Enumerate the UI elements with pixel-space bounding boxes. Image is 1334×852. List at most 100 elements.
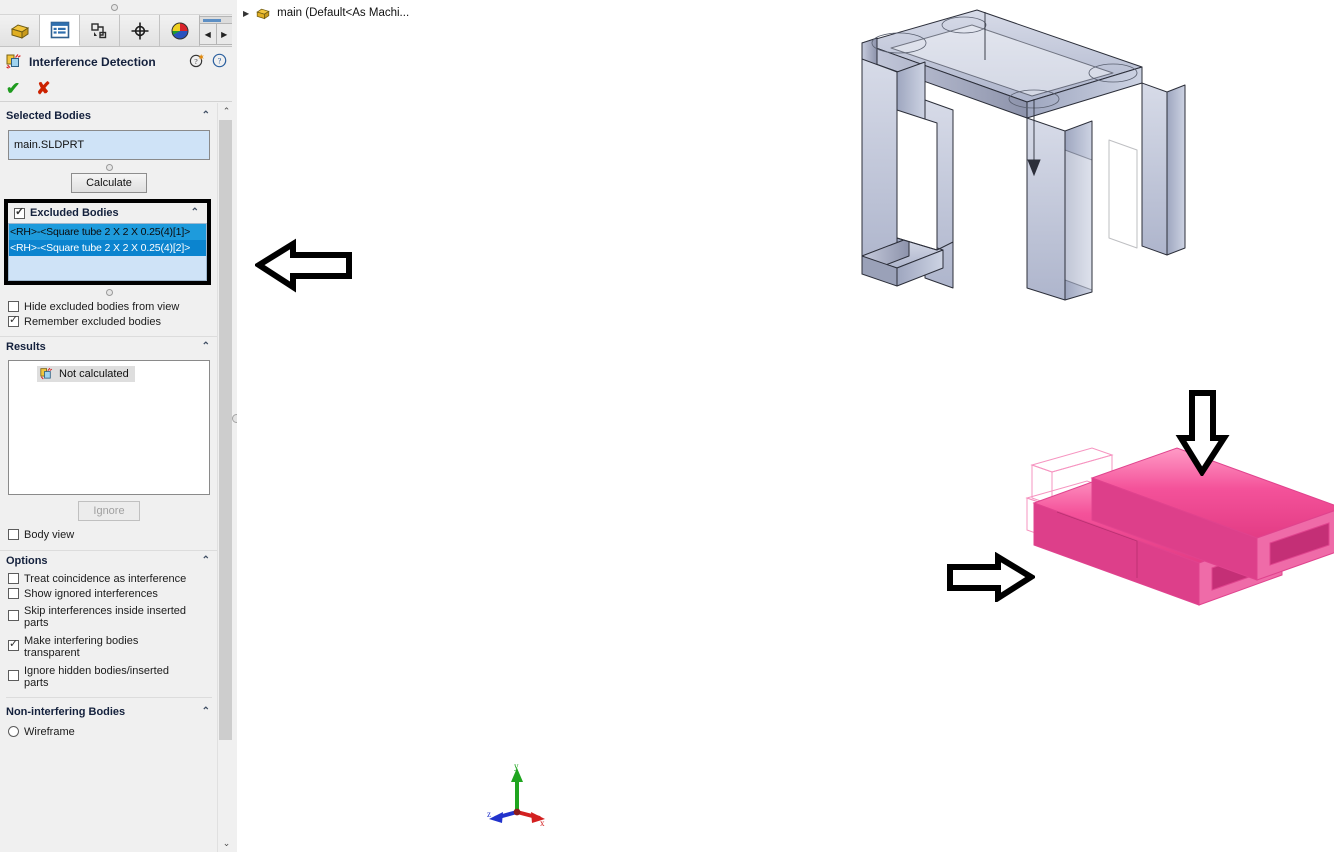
option-make-transparent[interactable]: Make interfering bodies transparent bbox=[0, 629, 218, 659]
triad-z-axis: z bbox=[487, 809, 518, 823]
chevron-up-icon[interactable]: ⌃ bbox=[202, 110, 210, 121]
help-icon[interactable]: ? bbox=[212, 53, 227, 68]
graphics-area[interactable]: ▶ main (Default<As Machi... y x z bbox=[237, 0, 1334, 852]
interference-detection-icon bbox=[6, 54, 21, 69]
ignore-hidden-checkbox[interactable] bbox=[8, 670, 19, 681]
arrow-to-excluded-bodies bbox=[255, 238, 352, 293]
section-options-label: Options bbox=[6, 554, 48, 567]
yellow-part-tree-icon bbox=[10, 23, 29, 39]
section-selected-bodies-label: Selected Bodies bbox=[6, 110, 91, 122]
selected-bodies-field[interactable]: main.SLDPRT bbox=[8, 130, 210, 160]
remember-excluded-bodies-checkbox[interactable] bbox=[8, 314, 19, 327]
svg-text:?: ? bbox=[194, 57, 198, 66]
section-results[interactable]: Results ⌃ bbox=[0, 336, 218, 356]
excluded-separator-dot bbox=[105, 289, 113, 296]
option-label: Show ignored interferences bbox=[24, 588, 158, 600]
option-label: Hide excluded bodies from view bbox=[24, 301, 180, 313]
selected-bodies-value: main.SLDPRT bbox=[14, 139, 85, 151]
whats-new-help-icon[interactable]: ? bbox=[189, 53, 204, 68]
option-skip-inserted[interactable]: Skip interferences inside inserted parts bbox=[0, 600, 218, 629]
frame-assembly-body bbox=[861, 9, 1186, 301]
body-view-checkbox[interactable] bbox=[8, 529, 19, 540]
option-ignore-hidden[interactable]: Ignore hidden bodies/inserted parts bbox=[0, 659, 218, 689]
color-sphere-icon bbox=[171, 22, 188, 39]
tab-feature-manager[interactable] bbox=[0, 15, 40, 46]
chevron-up-icon[interactable]: ⌃ bbox=[202, 706, 210, 717]
section-non-interfering-label: Non-interfering Bodies bbox=[6, 706, 126, 718]
coordinate-triad: y x z bbox=[487, 761, 545, 828]
option-body-view[interactable]: Body view bbox=[0, 521, 218, 541]
panel-drag-grip[interactable] bbox=[0, 0, 235, 15]
arrow-to-pink-bodies-side bbox=[947, 552, 1035, 602]
property-manager-content: Selected Bodies ⌃ main.SLDPRT Calculate … bbox=[0, 103, 218, 852]
triad-x-axis: x bbox=[516, 810, 545, 828]
option-treat-coincidence[interactable]: Treat coincidence as interference bbox=[0, 570, 218, 585]
section-results-label: Results bbox=[6, 340, 46, 353]
tab-scroll-bar[interactable] bbox=[200, 17, 232, 24]
chevron-up-icon[interactable]: ⌃ bbox=[191, 207, 199, 218]
selection-separator-dot bbox=[105, 164, 113, 171]
tab-configuration-manager[interactable] bbox=[80, 15, 120, 46]
skip-inserted-checkbox[interactable] bbox=[8, 610, 19, 621]
option-label: Treat coincidence as interference bbox=[24, 573, 187, 585]
section-non-interfering-bodies[interactable]: Non-interfering Bodies ⌃ bbox=[0, 702, 218, 722]
manager-tab-row: ◀ ▶ bbox=[0, 15, 235, 47]
list-item[interactable]: <RH>-<Square tube 2 X 2 X 0.25(4)[1]> bbox=[9, 224, 206, 240]
section-options[interactable]: Options ⌃ bbox=[0, 550, 218, 570]
excluded-bodies-highlight: Excluded Bodies ⌃ <RH>-<Square tube 2 X … bbox=[4, 199, 211, 285]
tab-scroll-control[interactable]: ◀ ▶ bbox=[199, 16, 233, 45]
option-hide-excluded-bodies[interactable]: Hide excluded bodies from view bbox=[0, 298, 218, 313]
page-title: Interference Detection bbox=[29, 54, 156, 69]
results-status: Not calculated bbox=[37, 366, 135, 382]
section-excluded-bodies-label: Excluded Bodies bbox=[30, 207, 119, 219]
panel-grip-dot bbox=[111, 4, 118, 11]
chevron-up-icon[interactable]: ⌃ bbox=[202, 555, 210, 566]
property-manager-action-row: ✔ ✘ bbox=[0, 76, 235, 102]
configuration-icon-flag bbox=[93, 31, 97, 36]
model-viewport[interactable] bbox=[237, 0, 1334, 852]
target-crosshair-icon bbox=[131, 22, 148, 39]
option-label: Body view bbox=[24, 529, 75, 541]
triad-y-axis: y bbox=[511, 761, 523, 812]
property-manager-panel: ◀ ▶ Interference Detection ? ? ✔ ✘ Selec… bbox=[0, 0, 236, 852]
svg-text:y: y bbox=[514, 761, 519, 771]
option-label: Wireframe bbox=[24, 726, 75, 738]
tab-scroll-right-button[interactable]: ▶ bbox=[217, 24, 233, 44]
svg-text:?: ? bbox=[218, 56, 222, 66]
accept-button[interactable]: ✔ bbox=[6, 80, 20, 97]
section-excluded-bodies[interactable]: Excluded Bodies ⌃ bbox=[8, 203, 207, 223]
svg-text:z: z bbox=[487, 809, 491, 819]
tab-property-manager[interactable] bbox=[40, 15, 80, 46]
section-divider bbox=[6, 697, 212, 698]
option-label: Make interfering bodies transparent bbox=[24, 635, 139, 659]
interference-icon bbox=[40, 367, 53, 380]
option-wireframe[interactable]: Wireframe bbox=[0, 722, 218, 738]
cancel-button[interactable]: ✘ bbox=[36, 80, 50, 97]
tab-display-manager[interactable] bbox=[160, 15, 200, 46]
make-transparent-checkbox[interactable] bbox=[8, 638, 19, 651]
section-selected-bodies[interactable]: Selected Bodies ⌃ bbox=[0, 106, 218, 126]
tab-scroll-left-button[interactable]: ◀ bbox=[200, 24, 217, 44]
results-status-label: Not calculated bbox=[59, 368, 129, 380]
wireframe-radio[interactable] bbox=[8, 726, 19, 737]
calculate-button[interactable]: Calculate bbox=[71, 173, 147, 193]
option-remember-excluded-bodies[interactable]: Remember excluded bodies bbox=[0, 313, 218, 328]
triad-origin bbox=[513, 808, 521, 816]
tab-dimxpert-manager[interactable] bbox=[120, 15, 160, 46]
blue-list-icon bbox=[50, 21, 69, 39]
chevron-up-icon[interactable]: ⌃ bbox=[202, 341, 210, 352]
results-list[interactable]: Not calculated bbox=[8, 360, 210, 495]
option-label: Skip interferences inside inserted parts bbox=[24, 605, 187, 629]
list-item[interactable]: <RH>-<Square tube 2 X 2 X 0.25(4)[2]> bbox=[9, 240, 206, 256]
option-label: Ignore hidden bodies/inserted parts bbox=[24, 665, 169, 689]
hide-excluded-bodies-checkbox[interactable] bbox=[8, 301, 19, 312]
excluded-bodies-list[interactable]: <RH>-<Square tube 2 X 2 X 0.25(4)[1]> <R… bbox=[8, 223, 207, 281]
show-ignored-checkbox[interactable] bbox=[8, 588, 19, 599]
property-manager-title-bar: Interference Detection ? ? bbox=[0, 47, 235, 76]
ignore-button[interactable]: Ignore bbox=[78, 501, 140, 521]
arrow-to-pink-bodies-top bbox=[1175, 390, 1230, 476]
option-label: Remember excluded bodies bbox=[24, 316, 161, 328]
option-show-ignored[interactable]: Show ignored interferences bbox=[0, 585, 218, 600]
excluded-bodies-checkbox[interactable] bbox=[14, 206, 25, 219]
treat-coincidence-checkbox[interactable] bbox=[8, 573, 19, 584]
